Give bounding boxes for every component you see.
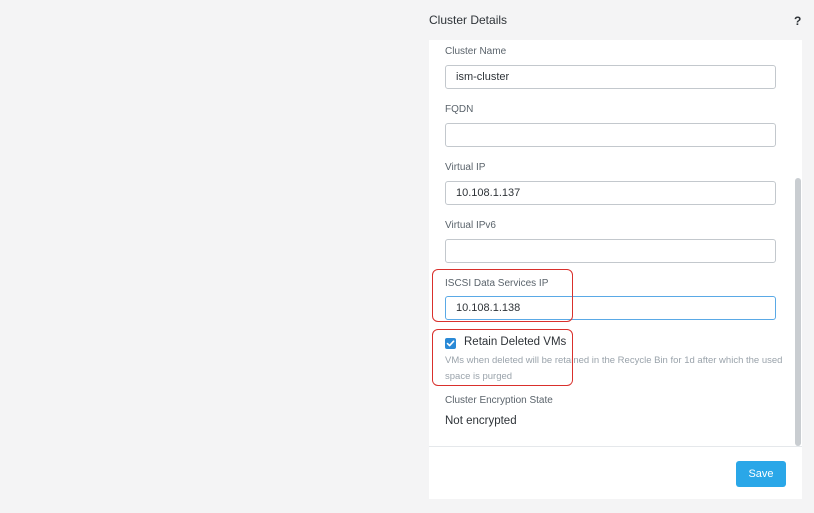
help-icon[interactable]: ? bbox=[794, 14, 801, 28]
iscsi-ip-input[interactable] bbox=[445, 296, 776, 320]
panel-title: Cluster Details bbox=[429, 13, 508, 27]
form-footer: Save bbox=[429, 446, 802, 499]
iscsi-ip-label: ISCSI Data Services IP bbox=[445, 278, 549, 289]
scrollbar-thumb[interactable] bbox=[795, 178, 801, 446]
retain-deleted-vms-help: VMs when deleted will be retained in the… bbox=[445, 355, 783, 382]
retain-deleted-vms-label[interactable]: Retain Deleted VMs bbox=[464, 336, 566, 348]
save-button[interactable]: Save bbox=[736, 461, 786, 487]
cluster-details-form: Cluster Name FQDN Virtual IP Virtual IPv… bbox=[429, 40, 802, 448]
cluster-name-input[interactable] bbox=[445, 65, 776, 89]
virtual-ip-label: Virtual IP bbox=[445, 162, 486, 173]
cluster-name-label: Cluster Name bbox=[445, 46, 507, 57]
checkmark-icon bbox=[446, 340, 455, 347]
retain-deleted-vms-checkbox[interactable] bbox=[445, 338, 456, 349]
fqdn-input[interactable] bbox=[445, 123, 776, 147]
virtual-ipv6-input[interactable] bbox=[445, 239, 776, 263]
fqdn-label: FQDN bbox=[445, 104, 474, 115]
virtual-ip-input[interactable] bbox=[445, 181, 776, 205]
virtual-ipv6-label: Virtual IPv6 bbox=[445, 220, 496, 231]
cluster-details-card: Cluster Name FQDN Virtual IP Virtual IPv… bbox=[429, 40, 802, 499]
encryption-state-label: Cluster Encryption State bbox=[445, 395, 553, 406]
encryption-state-value: Not encrypted bbox=[445, 415, 517, 427]
